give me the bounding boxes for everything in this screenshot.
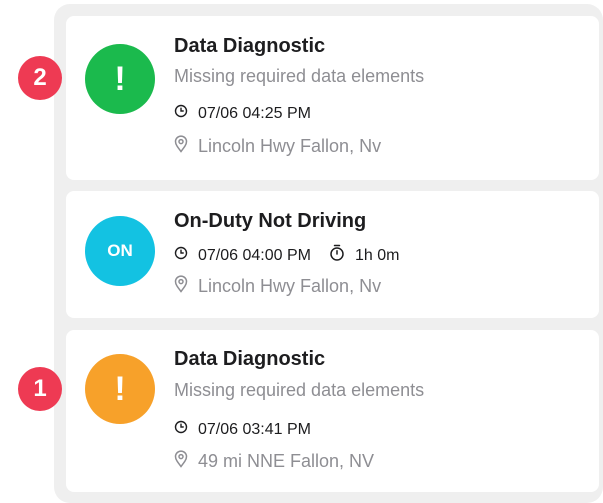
event-subtitle: Missing required data elements [174, 66, 425, 86]
stopwatch-icon [329, 244, 345, 267]
clock-icon [174, 246, 188, 265]
event-location-row: Lincoln Hwy Fallon, Nv [174, 275, 381, 298]
event-time: 07/06 03:41 PM [198, 420, 311, 438]
clock-icon [174, 420, 188, 439]
event-location-row: 49 mi NNE Fallon, NV [174, 450, 374, 473]
event-time: 07/06 04:25 PM [198, 104, 311, 122]
event-time-row: 07/06 04:25 PM [174, 104, 311, 123]
event-title: On-Duty Not Driving [174, 210, 367, 232]
status-indicator-icon: ! [85, 44, 155, 114]
event-title: Data Diagnostic [174, 348, 326, 370]
annotation-badge: 1 [18, 367, 62, 411]
event-location: Lincoln Hwy Fallon, Nv [198, 276, 382, 296]
annotation-badge: 2 [18, 56, 62, 100]
event-time-row: 07/06 04:00 PM 1h 0m [174, 244, 399, 267]
location-pin-icon [174, 275, 188, 298]
location-pin-icon [174, 450, 188, 473]
clock-icon [174, 104, 188, 123]
status-indicator-icon: ! [85, 354, 155, 424]
event-duration: 1h 0m [354, 246, 400, 264]
location-pin-icon [174, 135, 188, 158]
event-location-row: Lincoln Hwy Fallon, Nv [174, 135, 381, 158]
event-location: Lincoln Hwy Fallon, Nv [198, 136, 382, 156]
event-time-row: 07/06 03:41 PM [174, 420, 311, 439]
event-title: Data Diagnostic [174, 35, 326, 57]
event-time: 07/06 04:00 PM [198, 246, 311, 264]
event-location: 49 mi NNE Fallon, NV [198, 451, 375, 471]
event-subtitle: Missing required data elements [174, 380, 425, 400]
status-indicator-icon: ON [85, 216, 155, 286]
